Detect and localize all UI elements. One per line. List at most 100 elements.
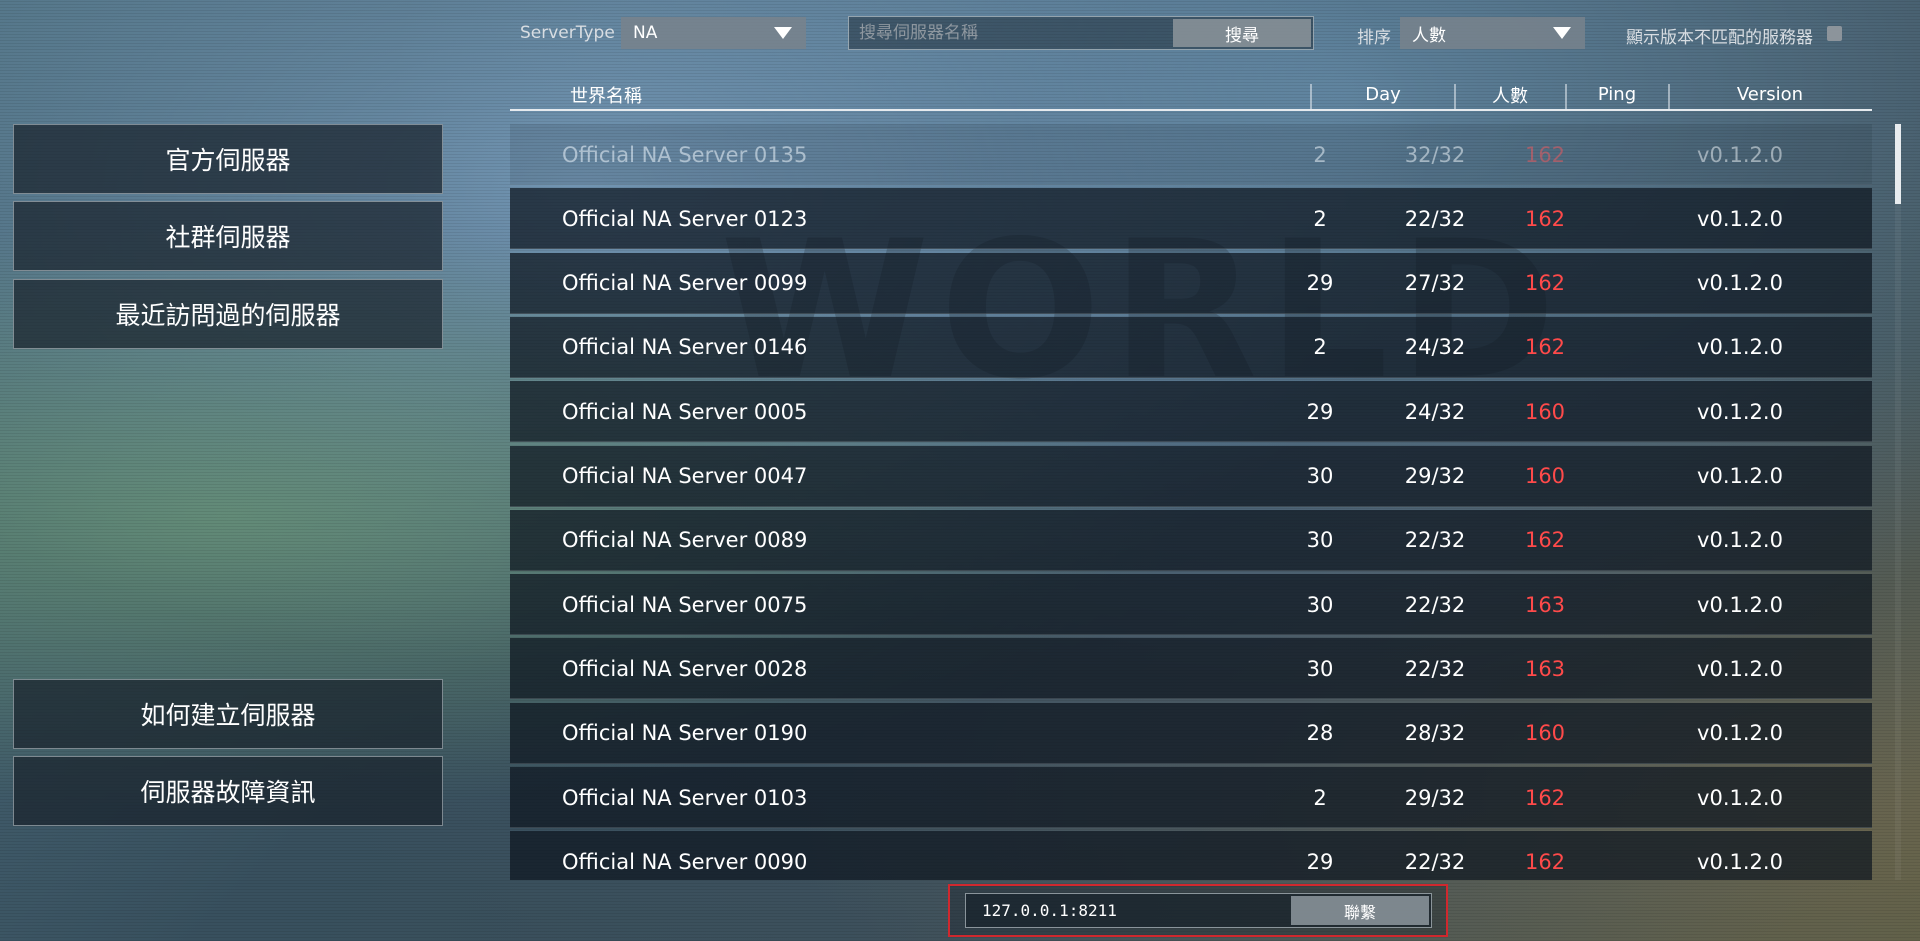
server-name: Official NA Server 0190 — [562, 721, 808, 746]
column-header-ping[interactable]: Ping — [1567, 80, 1667, 109]
server-ping: 162 — [1524, 528, 1566, 553]
server-row[interactable]: Official NA Server 0075 30 22/32 163 v0.1.2.… — [510, 574, 1872, 636]
search-box: 搜尋 — [848, 16, 1314, 50]
server-troubleshooting-button[interactable]: 伺服器故障資訊 — [13, 756, 443, 826]
direct-connect-box: 聯繫 — [965, 893, 1432, 928]
server-players: 29/32 — [1404, 785, 1466, 810]
server-ping: 163 — [1524, 656, 1566, 681]
server-day: 30 — [1306, 464, 1334, 488]
server-name: Official NA Server 0103 — [562, 785, 808, 810]
server-row[interactable]: Official NA Server 0028 30 22/32 163 v0.1.2.… — [510, 638, 1872, 700]
server-ping: 162 — [1524, 849, 1566, 874]
server-version: v0.1.2.0 — [1697, 271, 1783, 296]
server-row[interactable]: Official NA Server 0005 29 24/32 160 v0.1.2.… — [510, 381, 1872, 443]
how-to-create-server-button[interactable]: 如何建立伺服器 — [13, 679, 443, 749]
chevron-down-icon — [774, 27, 792, 39]
server-ping: 162 — [1524, 271, 1566, 296]
server-row[interactable]: Official NA Server 0089 30 22/32 162 v0.1.2.… — [510, 509, 1872, 571]
filter-bar: ServerType NA 搜尋 排序 人數 顯示版本不匹配的服務器 — [0, 0, 1920, 60]
column-header-world-name[interactable]: 世界名稱 — [570, 80, 642, 109]
server-day: 28 — [1306, 721, 1334, 746]
server-version: v0.1.2.0 — [1697, 528, 1783, 553]
server-players: 29/32 — [1404, 464, 1466, 488]
server-name: Official NA Server 0099 — [562, 271, 808, 296]
server-type-value: NA — [633, 23, 658, 43]
server-row[interactable]: Official NA Server 0099 29 27/32 162 v0.1.2.… — [510, 252, 1872, 314]
server-players: 32/32 — [1404, 142, 1466, 167]
server-day: 2 — [1313, 335, 1327, 360]
server-ping: 160 — [1524, 721, 1566, 746]
server-players: 27/32 — [1404, 271, 1466, 296]
server-version: v0.1.2.0 — [1697, 656, 1783, 681]
server-version: v0.1.2.0 — [1697, 142, 1783, 167]
server-version: v0.1.2.0 — [1697, 399, 1783, 424]
server-ping: 160 — [1524, 464, 1566, 488]
official-servers-button[interactable]: 官方伺服器 — [13, 124, 443, 194]
server-day: 30 — [1306, 656, 1334, 681]
server-version: v0.1.2.0 — [1697, 785, 1783, 810]
server-ping: 162 — [1524, 785, 1566, 810]
server-players: 22/32 — [1404, 206, 1466, 231]
server-name: Official NA Server 0089 — [562, 528, 808, 553]
server-name: Official NA Server 0090 — [562, 849, 808, 874]
server-table-header: 世界名稱 Day 人數 Ping Version — [510, 80, 1872, 111]
server-day: 29 — [1306, 271, 1334, 296]
column-header-day[interactable]: Day — [1312, 80, 1454, 109]
column-header-players[interactable]: 人數 — [1456, 80, 1564, 109]
sort-label: 排序 — [1357, 28, 1391, 48]
server-ping: 160 — [1524, 399, 1566, 424]
server-version: v0.1.2.0 — [1697, 335, 1783, 360]
column-header-version[interactable]: Version — [1670, 80, 1870, 109]
server-players: 22/32 — [1404, 849, 1466, 874]
server-day: 2 — [1313, 142, 1327, 167]
search-input[interactable] — [859, 17, 1169, 49]
server-ping: 162 — [1524, 335, 1566, 360]
server-version: v0.1.2.0 — [1697, 206, 1783, 231]
server-name: Official NA Server 0047 — [562, 464, 808, 488]
server-list-scrollbar[interactable] — [1895, 124, 1901, 880]
server-version: v0.1.2.0 — [1697, 721, 1783, 746]
server-row[interactable]: Official NA Server 0135 2 32/32 162 v0.1.2.0 — [510, 124, 1872, 185]
server-day: 30 — [1306, 528, 1334, 553]
direct-connect-panel: 聯繫 — [948, 884, 1448, 937]
server-ping: 163 — [1524, 592, 1566, 617]
community-servers-button[interactable]: 社群伺服器 — [13, 201, 443, 271]
show-mismatch-label: 顯示版本不匹配的服務器 — [1626, 28, 1813, 48]
server-row[interactable]: Official NA Server 0190 28 28/32 160 v0.1.2.… — [510, 702, 1872, 764]
server-name: Official NA Server 0028 — [562, 656, 808, 681]
server-players: 22/32 — [1404, 528, 1466, 553]
server-players: 24/32 — [1404, 335, 1466, 360]
server-type-dropdown[interactable]: NA — [621, 17, 806, 49]
server-name: Official NA Server 0135 — [562, 142, 808, 167]
connect-button[interactable]: 聯繫 — [1291, 896, 1429, 925]
server-ping: 162 — [1524, 206, 1566, 231]
show-mismatch-checkbox[interactable] — [1827, 26, 1842, 41]
server-players: 22/32 — [1404, 656, 1466, 681]
server-type-label: ServerType — [520, 23, 615, 43]
server-players: 24/32 — [1404, 399, 1466, 424]
server-version: v0.1.2.0 — [1697, 464, 1783, 488]
server-day: 29 — [1306, 849, 1334, 874]
server-name: Official NA Server 0123 — [562, 206, 808, 231]
server-day: 2 — [1313, 206, 1327, 231]
server-name: Official NA Server 0075 — [562, 592, 808, 617]
server-day: 2 — [1313, 785, 1327, 810]
sort-value: 人數 — [1412, 25, 1446, 46]
server-day: 29 — [1306, 399, 1334, 424]
server-row[interactable]: Official NA Server 0123 2 22/32 162 v0.1.2.0 — [510, 188, 1872, 250]
server-list: Official NA Server 0135 2 32/32 162 v0.1.2.0… — [510, 124, 1872, 880]
server-row[interactable]: Official NA Server 0103 2 29/32 162 v0.1.2.0 — [510, 767, 1872, 828]
server-version: v0.1.2.0 — [1697, 592, 1783, 617]
server-row[interactable]: Official NA Server 0047 30 29/32 160 v0.1.2.… — [510, 445, 1872, 507]
server-players: 22/32 — [1404, 592, 1466, 617]
scrollbar-thumb[interactable] — [1895, 124, 1901, 204]
server-address-input[interactable] — [982, 894, 1282, 927]
recent-servers-button[interactable]: 最近訪問過的伺服器 — [13, 279, 443, 349]
chevron-down-icon — [1553, 27, 1571, 39]
server-row[interactable]: Official NA Server 0146 2 24/32 162 v0.1.2.0 — [510, 316, 1872, 378]
sort-dropdown[interactable]: 人數 — [1400, 17, 1585, 49]
search-button[interactable]: 搜尋 — [1173, 19, 1311, 47]
server-players: 28/32 — [1404, 721, 1466, 746]
server-name: Official NA Server 0146 — [562, 335, 808, 360]
server-row[interactable]: Official NA Server 0090 29 22/32 162 v0.1.2.… — [510, 831, 1872, 880]
